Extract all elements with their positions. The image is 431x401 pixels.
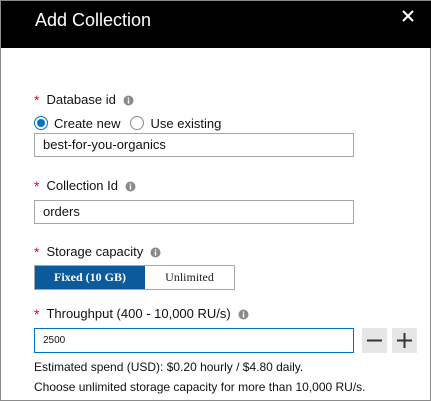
minus-icon <box>367 339 382 342</box>
info-icon[interactable] <box>238 309 249 320</box>
increment-button[interactable] <box>392 328 417 353</box>
panel-header: Add Collection <box>1 1 431 48</box>
info-icon[interactable] <box>150 247 161 258</box>
use-existing-radio[interactable] <box>130 116 145 130</box>
storage-capacity-label: Storage capacity <box>46 244 144 259</box>
database-mode-radio-group: Create new Use existing <box>34 115 221 131</box>
use-existing-label[interactable]: Use existing <box>150 116 221 131</box>
required-marker: * <box>34 244 40 260</box>
add-collection-panel: Add Collection * Database id Create new … <box>0 0 431 401</box>
plus-icon <box>397 333 412 348</box>
required-marker: * <box>34 306 40 322</box>
collection-id-input[interactable]: orders <box>34 200 354 224</box>
fixed-storage-option[interactable]: Fixed (10 GB) <box>35 266 145 289</box>
create-new-radio[interactable] <box>34 116 48 130</box>
create-new-label[interactable]: Create new <box>54 116 120 131</box>
unlimited-storage-option[interactable]: Unlimited <box>145 266 234 289</box>
database-id-label-row: * Database id <box>34 92 134 108</box>
throughput-label: Throughput (400 - 10,000 RU/s) <box>46 306 231 321</box>
required-marker: * <box>34 178 40 194</box>
decrement-button[interactable] <box>362 328 387 353</box>
info-icon[interactable] <box>123 95 134 106</box>
estimated-spend-text: Estimated spend (USD): $0.20 hourly / $4… <box>34 360 304 374</box>
close-button[interactable] <box>397 8 419 26</box>
info-icon[interactable] <box>125 181 136 192</box>
throughput-input[interactable]: 2500 <box>34 328 354 353</box>
unlimited-storage-note: Choose unlimited storage capacity for mo… <box>34 380 366 394</box>
collection-id-label: Collection Id <box>46 178 118 193</box>
database-id-label: Database id <box>46 92 116 107</box>
database-id-input[interactable]: best-for-you-organics <box>34 133 354 157</box>
storage-capacity-toggle: Fixed (10 GB) Unlimited <box>34 265 235 290</box>
collection-id-label-row: * Collection Id <box>34 178 136 194</box>
close-icon <box>402 10 414 22</box>
required-marker: * <box>34 92 40 108</box>
panel-title: Add Collection <box>35 10 152 30</box>
storage-capacity-label-row: * Storage capacity <box>34 244 161 260</box>
throughput-label-row: * Throughput (400 - 10,000 RU/s) <box>34 306 249 322</box>
